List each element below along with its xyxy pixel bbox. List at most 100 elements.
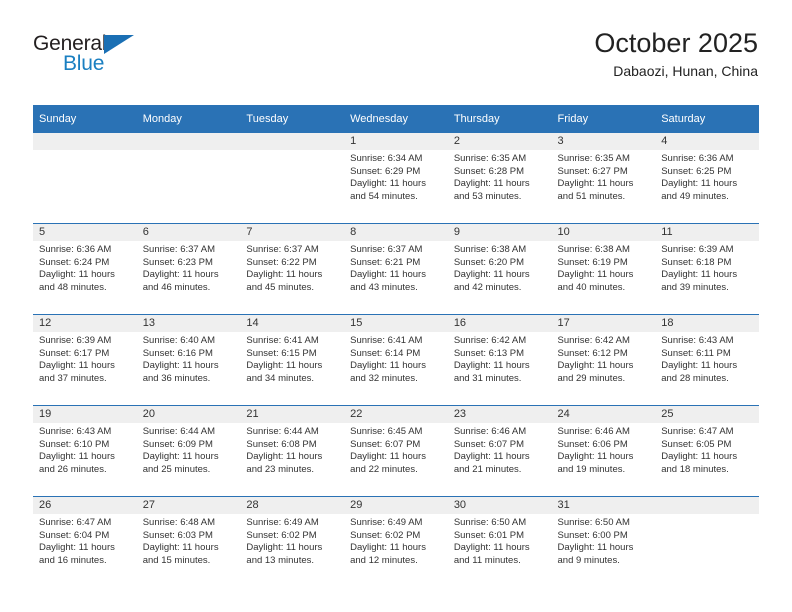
sunset-text: Sunset: 6:07 PM [350, 438, 421, 450]
sunrise-text: Sunrise: 6:49 AM [246, 517, 319, 528]
weekday-header-friday: Friday [551, 105, 656, 133]
sunset-text: Sunset: 6:13 PM [453, 347, 525, 359]
day-number: 30 [447, 497, 552, 514]
page-title: October 2025 [594, 28, 758, 58]
sunset-text: Sunset: 6:22 PM [246, 256, 317, 268]
calendar-day-cell[interactable]: 7 Sunrise: 6:37 AM Sunset: 6:22 PM Daylight… [240, 223, 345, 315]
calendar-day-cell[interactable]: 21 Sunrise: 6:44 AM Sunset: 6:08 PM Dayligh… [240, 405, 345, 497]
calendar-day-cell[interactable]: 16 Sunrise: 6:42 AM Sunset: 6:13 PM Dayligh… [447, 314, 552, 406]
sunrise-text: Sunrise: 6:50 AM [453, 517, 527, 528]
daylight-text-line1: Daylight: 11 hours [557, 542, 634, 554]
sunrise-text: Sunrise: 6:38 AM [453, 244, 527, 255]
day-details: Sunrise: 6:36 AM Sunset: 6:25 PM Daylight:… [655, 150, 759, 203]
day-details: Sunrise: 6:46 AM Sunset: 6:07 PM Daylight:… [448, 423, 552, 476]
day-details: Sunrise: 6:35 AM Sunset: 6:28 PM Daylight:… [448, 150, 552, 203]
calendar-day-cell[interactable]: 1 Sunrise: 6:34 AM Sunset: 6:29 PM Daylight… [344, 133, 448, 224]
calendar-day-cell[interactable]: 6 Sunrise: 6:37 AM Sunset: 6:23 PM Daylight… [136, 223, 241, 315]
sunset-text: Sunset: 6:29 PM [350, 165, 421, 177]
daylight-text-line2: and 54 minutes. [350, 190, 418, 202]
sunrise-text: Sunrise: 6:37 AM [246, 244, 319, 255]
calendar-day-cell[interactable]: 28 Sunrise: 6:49 AM Sunset: 6:02 PM Dayligh… [240, 496, 345, 587]
calendar-day-cell[interactable]: 26 Sunrise: 6:47 AM Sunset: 6:04 PM Dayligh… [33, 496, 137, 587]
day-number: 16 [447, 315, 552, 332]
sunrise-text: Sunrise: 6:35 AM [453, 153, 527, 164]
daylight-text-line2: and 40 minutes. [557, 281, 626, 293]
daylight-text-line1: Daylight: 11 hours [246, 360, 323, 372]
sunset-text: Sunset: 6:25 PM [661, 165, 732, 177]
day-details: Sunrise: 6:39 AM Sunset: 6:18 PM Daylight:… [655, 241, 759, 294]
calendar-day-cell[interactable]: 3 Sunrise: 6:35 AM Sunset: 6:27 PM Daylight… [551, 133, 656, 224]
sunset-text: Sunset: 6:03 PM [142, 529, 213, 541]
calendar-day-cell[interactable]: 11 Sunrise: 6:39 AM Sunset: 6:18 PM Dayligh… [655, 223, 759, 315]
sunrise-text: Sunrise: 6:42 AM [557, 335, 630, 346]
weekday-header-monday: Monday [136, 105, 241, 133]
sunrise-text: Sunrise: 6:39 AM [39, 335, 112, 346]
day-details: Sunrise: 6:50 AM Sunset: 6:01 PM Daylight:… [448, 514, 552, 567]
calendar-day-cell[interactable]: 22 Sunrise: 6:45 AM Sunset: 6:07 PM Dayligh… [344, 405, 448, 497]
sunset-text: Sunset: 6:28 PM [453, 165, 525, 177]
calendar-day-cell[interactable]: 17 Sunrise: 6:42 AM Sunset: 6:12 PM Dayligh… [551, 314, 656, 406]
sunrise-text: Sunrise: 6:37 AM [142, 244, 216, 255]
calendar-day-cell-empty [240, 133, 345, 224]
day-number [33, 133, 137, 150]
sunrise-text: Sunrise: 6:39 AM [661, 244, 734, 255]
day-number: 11 [655, 224, 759, 241]
sunset-text: Sunset: 6:04 PM [39, 529, 110, 541]
calendar-day-cell[interactable]: 27 Sunrise: 6:48 AM Sunset: 6:03 PM Dayligh… [136, 496, 241, 587]
sunrise-text: Sunrise: 6:36 AM [39, 244, 112, 255]
daylight-text-line1: Daylight: 11 hours [453, 451, 530, 463]
title-block: October 2025 Dabaozi, Hunan, China [594, 26, 758, 82]
daylight-text-line2: and 26 minutes. [39, 463, 107, 475]
daylight-text-line2: and 42 minutes. [453, 281, 522, 293]
calendar-day-cell[interactable]: 8 Sunrise: 6:37 AM Sunset: 6:21 PM Daylight… [344, 223, 448, 315]
day-number: 1 [344, 133, 448, 150]
page-header: General Blue October 2025 Dabaozi, Hunan… [33, 26, 758, 98]
sunset-text: Sunset: 6:11 PM [661, 347, 731, 359]
calendar-week-row: 5 Sunrise: 6:36 AM Sunset: 6:24 PM Daylight… [33, 223, 759, 315]
sunrise-text: Sunrise: 6:44 AM [142, 426, 216, 437]
sunrise-text: Sunrise: 6:45 AM [350, 426, 423, 437]
day-number: 5 [33, 224, 137, 241]
calendar-day-cell[interactable]: 25 Sunrise: 6:47 AM Sunset: 6:05 PM Dayligh… [655, 405, 759, 497]
calendar-day-cell[interactable]: 10 Sunrise: 6:38 AM Sunset: 6:19 PM Dayligh… [551, 223, 656, 315]
calendar-body: 1 Sunrise: 6:34 AM Sunset: 6:29 PM Daylight… [33, 133, 759, 587]
daylight-text-line1: Daylight: 11 hours [453, 360, 530, 372]
daylight-text-line2: and 45 minutes. [246, 281, 315, 293]
general-blue-logo[interactable]: General Blue [33, 32, 183, 84]
day-details: Sunrise: 6:34 AM Sunset: 6:29 PM Daylight:… [344, 150, 448, 203]
day-details: Sunrise: 6:39 AM Sunset: 6:17 PM Daylight:… [33, 332, 137, 385]
calendar-day-cell[interactable]: 30 Sunrise: 6:50 AM Sunset: 6:01 PM Dayligh… [447, 496, 552, 587]
calendar-day-cell[interactable]: 31 Sunrise: 6:50 AM Sunset: 6:00 PM Dayligh… [551, 496, 656, 587]
calendar-day-cell[interactable]: 13 Sunrise: 6:40 AM Sunset: 6:16 PM Dayligh… [136, 314, 241, 406]
day-number: 18 [655, 315, 759, 332]
day-number [655, 497, 759, 514]
day-details: Sunrise: 6:49 AM Sunset: 6:02 PM Daylight:… [344, 514, 448, 567]
calendar-day-cell[interactable]: 4 Sunrise: 6:36 AM Sunset: 6:25 PM Daylight… [655, 133, 759, 224]
sunset-text: Sunset: 6:21 PM [350, 256, 421, 268]
daylight-text-line2: and 16 minutes. [39, 554, 107, 566]
calendar-day-cell[interactable]: 19 Sunrise: 6:43 AM Sunset: 6:10 PM Dayligh… [33, 405, 137, 497]
calendar-day-cell[interactable]: 9 Sunrise: 6:38 AM Sunset: 6:20 PM Daylight… [447, 223, 552, 315]
calendar-day-cell[interactable]: 23 Sunrise: 6:46 AM Sunset: 6:07 PM Dayligh… [447, 405, 552, 497]
day-number: 17 [551, 315, 656, 332]
calendar-day-cell[interactable]: 24 Sunrise: 6:46 AM Sunset: 6:06 PM Dayligh… [551, 405, 656, 497]
day-details: Sunrise: 6:37 AM Sunset: 6:23 PM Daylight:… [137, 241, 241, 294]
calendar-day-cell[interactable]: 29 Sunrise: 6:49 AM Sunset: 6:02 PM Dayligh… [344, 496, 448, 587]
daylight-text-line1: Daylight: 11 hours [246, 451, 323, 463]
daylight-text-line2: and 12 minutes. [350, 554, 418, 566]
day-number: 26 [33, 497, 137, 514]
calendar-day-cell[interactable]: 18 Sunrise: 6:43 AM Sunset: 6:11 PM Dayligh… [655, 314, 759, 406]
calendar-day-cell[interactable]: 20 Sunrise: 6:44 AM Sunset: 6:09 PM Dayligh… [136, 405, 241, 497]
day-number: 13 [136, 315, 241, 332]
day-details: Sunrise: 6:40 AM Sunset: 6:16 PM Daylight:… [137, 332, 241, 385]
calendar-day-cell[interactable]: 5 Sunrise: 6:36 AM Sunset: 6:24 PM Daylight… [33, 223, 137, 315]
daylight-text-line2: and 21 minutes. [453, 463, 522, 475]
calendar-day-cell[interactable]: 12 Sunrise: 6:39 AM Sunset: 6:17 PM Dayligh… [33, 314, 137, 406]
day-details: Sunrise: 6:50 AM Sunset: 6:00 PM Daylight:… [552, 514, 656, 567]
calendar-day-cell[interactable]: 14 Sunrise: 6:41 AM Sunset: 6:15 PM Dayligh… [240, 314, 345, 406]
sunrise-text: Sunrise: 6:47 AM [39, 517, 112, 528]
calendar-day-cell[interactable]: 2 Sunrise: 6:35 AM Sunset: 6:28 PM Daylight… [447, 133, 552, 224]
sunrise-text: Sunrise: 6:37 AM [350, 244, 423, 255]
calendar-day-cell[interactable]: 15 Sunrise: 6:41 AM Sunset: 6:14 PM Dayligh… [344, 314, 448, 406]
daylight-text-line1: Daylight: 11 hours [142, 269, 219, 281]
